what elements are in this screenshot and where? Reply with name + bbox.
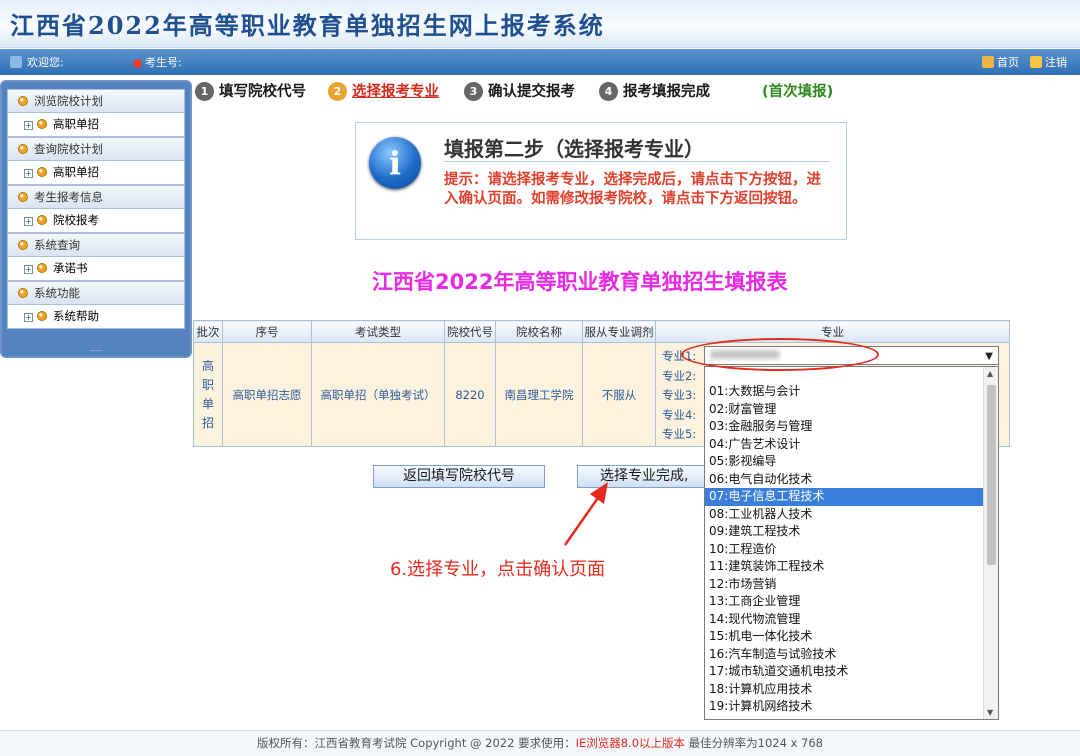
batch-cell: 高职单招	[193, 342, 223, 447]
info-box: i 填报第二步（选择报考专业） 提示：请选择报考专业，选择完成后，请点击下方按钮…	[355, 122, 847, 240]
circle-icon	[18, 240, 28, 250]
circle-icon	[18, 192, 28, 202]
dropdown-option[interactable]: 17:城市轨道交通机电技术	[705, 663, 984, 681]
first-fill-label: (首次填报)	[762, 84, 834, 100]
expand-icon[interactable]: +	[24, 313, 33, 322]
sidebar-group-1[interactable]: 查询院校计划	[7, 137, 185, 161]
dropdown-option[interactable]: 08:工业机器人技术	[705, 506, 984, 524]
welcome-text: 欢迎您:	[10, 54, 64, 70]
sidebar-item[interactable]: + 系统帮助	[7, 305, 185, 329]
confirm-majors-button[interactable]: 选择专业完成,	[577, 465, 705, 488]
chevron-down-icon: ▼	[985, 351, 993, 362]
home-icon	[982, 56, 994, 68]
sidebar-footer: .....	[89, 344, 103, 353]
circle-icon	[37, 263, 47, 273]
sidebar-group-4[interactable]: 系统功能	[7, 281, 185, 305]
expand-icon[interactable]: +	[24, 121, 33, 130]
scroll-down-icon[interactable]: ▼	[987, 708, 993, 717]
key-icon	[1030, 56, 1042, 68]
sidebar-item[interactable]: + 高职单招	[7, 113, 185, 137]
dropdown-option[interactable]: 11:建筑装饰工程技术	[705, 558, 984, 576]
dropdown-option[interactable]: 09:建筑工程技术	[705, 523, 984, 541]
info-text: 提示：请选择报考专业，选择完成后，请点击下方按钮，进入确认页面。如需修改报考院校…	[444, 172, 821, 207]
circle-icon	[37, 215, 47, 225]
code-cell: 8220	[444, 342, 496, 447]
dropdown-option[interactable]: 13:工商企业管理	[705, 593, 984, 611]
table-header-row: 批次 序号 考试类型 院校代号 院校名称 服从专业调剂 专业	[193, 320, 1010, 343]
highlight-oval	[681, 338, 879, 371]
sidebar-item[interactable]: + 承诺书	[7, 257, 185, 281]
circle-icon	[18, 144, 28, 154]
dropdown-option[interactable]: 04:广告艺术设计	[705, 436, 984, 454]
footer: 版权所有：江西省教育考试院 Copyright @ 2022 要求使用：IE浏览…	[0, 730, 1080, 756]
user-icon	[10, 56, 22, 68]
col-code: 院校代号	[444, 320, 496, 343]
sidebar: 浏览院校计划 + 高职单招 查询院校计划 + 高职单招 考生报考信息 + 院校报考 系统查询 + 承诺…	[0, 80, 192, 358]
school-cell: 南昌理工学院	[495, 342, 583, 447]
circle-icon	[18, 288, 28, 298]
scroll-thumb[interactable]	[987, 385, 996, 565]
sidebar-group-2[interactable]: 考生报考信息	[7, 185, 185, 209]
major-dropdown-list[interactable]: 01:大数据与会计 02:财富管理 03:金融服务与管理 04:广告艺术设计 05:影视…	[704, 366, 999, 720]
logout-link[interactable]: 注销	[1030, 54, 1067, 70]
home-link[interactable]: 首页	[982, 54, 1019, 70]
sidebar-item[interactable]: + 院校报考	[7, 209, 185, 233]
seq-cell: 高职单招志愿	[222, 342, 312, 447]
col-major: 专业	[655, 320, 1010, 343]
dropdown-option[interactable]: 06:电气自动化技术	[705, 471, 984, 489]
circle-icon	[37, 167, 47, 177]
info-heading: 填报第二步（选择报考专业）	[444, 137, 704, 161]
step-1: 1 填写院校代号	[195, 82, 306, 102]
step-2[interactable]: 2 选择报考专业	[328, 82, 439, 102]
circle-icon	[37, 119, 47, 129]
col-batch: 批次	[193, 320, 223, 343]
sidebar-group-0[interactable]: 浏览院校计划	[7, 89, 185, 113]
dropdown-option[interactable]: 15:机电一体化技术	[705, 628, 984, 646]
sidebar-group-3[interactable]: 系统查询	[7, 233, 185, 257]
exam-number-text: 考生号:	[133, 54, 182, 70]
col-adjust: 服从专业调剂	[582, 320, 656, 343]
page-title: 江西省2022年高等职业教育单独招生网上报考系统	[10, 11, 605, 40]
expand-icon[interactable]: +	[24, 217, 33, 226]
form-title: 江西省2022年高等职业教育单独招生填报表	[372, 270, 788, 294]
sidebar-item[interactable]: + 高职单招	[7, 161, 185, 185]
dropdown-option[interactable]: 07:电子信息工程技术	[705, 488, 984, 506]
top-bar: 欢迎您: 考生号: 首页 注销	[0, 49, 1080, 75]
option-list: 01:大数据与会计 02:财富管理 03:金融服务与管理 04:广告艺术设计 05:影视…	[705, 383, 984, 716]
dropdown-option[interactable]: 05:影视编导	[705, 453, 984, 471]
expand-icon[interactable]: +	[24, 265, 33, 274]
dropdown-option[interactable]: 03:金融服务与管理	[705, 418, 984, 436]
info-icon: i	[369, 137, 421, 189]
col-seq: 序号	[222, 320, 312, 343]
dropdown-option[interactable]: 14:现代物流管理	[705, 611, 984, 629]
annotation-text: 6.选择专业，点击确认页面	[390, 559, 606, 580]
adjust-cell: 不服从	[582, 342, 656, 447]
dropdown-option[interactable]: 12:市场营销	[705, 576, 984, 594]
pin-icon	[133, 59, 142, 68]
expand-icon[interactable]: +	[24, 169, 33, 178]
dropdown-option[interactable]: 01:大数据与会计	[705, 383, 984, 401]
dropdown-scrollbar[interactable]: ▲ ▼	[983, 367, 998, 719]
dropdown-option[interactable]: 16:汽车制造与试验技术	[705, 646, 984, 664]
col-exam-type: 考试类型	[311, 320, 445, 343]
step-4: 4 报考填报完成	[599, 82, 710, 102]
circle-icon	[37, 311, 47, 321]
header-banner: 江西省2022年高等职业教育单独招生网上报考系统	[0, 0, 1080, 48]
exam-type-cell: 高职单招（单独考试）	[311, 342, 445, 447]
col-school: 院校名称	[495, 320, 583, 343]
dropdown-option[interactable]: 10:工程造价	[705, 541, 984, 559]
divider	[444, 161, 830, 162]
scroll-up-icon[interactable]: ▲	[987, 369, 993, 378]
back-button[interactable]: 返回填写院校代号	[373, 465, 545, 488]
dropdown-option[interactable]: 19:计算机网络技术	[705, 698, 984, 716]
circle-icon	[18, 96, 28, 106]
dropdown-option[interactable]: 18:计算机应用技术	[705, 681, 984, 699]
step-3: 3 确认提交报考	[464, 82, 575, 102]
dropdown-option[interactable]: 02:财富管理	[705, 401, 984, 419]
